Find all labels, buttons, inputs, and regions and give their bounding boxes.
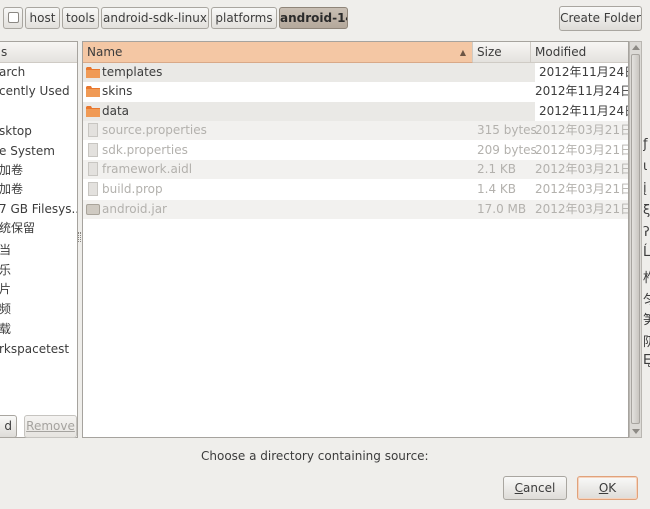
scroll-down-arrow-icon[interactable] bbox=[632, 429, 640, 434]
file-size: 2.1 KB bbox=[477, 162, 516, 176]
places-item-volume-2[interactable]: 加卷 bbox=[0, 180, 23, 199]
places-item-search[interactable]: arch bbox=[0, 63, 25, 82]
breadcrumb-toggle-button[interactable] bbox=[3, 7, 23, 29]
places-item-videos[interactable]: 频 bbox=[0, 300, 11, 319]
preview-strip: ƒ ι į ξ ʔ Ĺ 柞 匀 笋 阢 Ę bbox=[643, 41, 650, 438]
crumb-tools[interactable]: tools bbox=[62, 7, 99, 29]
cancel-button[interactable]: Cancel bbox=[503, 476, 567, 500]
crumb-android-sdk-linux[interactable]: android-sdk-linux bbox=[101, 7, 209, 29]
file-modified: 2012年03月21日 bbox=[535, 202, 629, 216]
file-row-android-jar: android.jar 17.0 MB 2012年03月21日 bbox=[83, 200, 628, 219]
path-toggle-icon bbox=[8, 12, 19, 23]
file-name: templates bbox=[102, 65, 163, 79]
archive-icon bbox=[86, 204, 100, 215]
file-row-source-properties: source.properties 315 bytes 2012年03月21日 bbox=[83, 121, 628, 140]
file-name: framework.aidl bbox=[102, 162, 193, 176]
crumb-host[interactable]: host bbox=[25, 7, 60, 29]
folder-icon bbox=[86, 86, 100, 97]
column-header-size[interactable]: Size bbox=[473, 42, 531, 63]
file-list-scrollbar[interactable] bbox=[629, 41, 642, 438]
cancel-label-rest: ancel bbox=[523, 481, 556, 495]
places-item-system-reserved[interactable]: 统保留 bbox=[0, 219, 35, 238]
scrollbar-thumb[interactable] bbox=[631, 54, 640, 424]
places-item-pictures[interactable]: 片 bbox=[0, 280, 11, 299]
file-size: 17.0 MB bbox=[477, 202, 527, 216]
places-item-music[interactable]: 乐 bbox=[0, 261, 11, 280]
preview-glyph: ι bbox=[643, 159, 648, 174]
file-name: android.jar bbox=[102, 202, 167, 216]
file-modified: 2012年11月24日 bbox=[535, 84, 629, 98]
file-modified: 2012年03月21日 bbox=[535, 143, 629, 157]
sort-ascending-icon: ▲ bbox=[459, 48, 466, 57]
add-bookmark-button[interactable]: d bbox=[0, 415, 17, 438]
file-size: 1.4 KB bbox=[477, 182, 516, 196]
file-modified: 2012年03月21日 bbox=[535, 123, 629, 137]
column-header-name[interactable]: Name ▲ bbox=[83, 42, 473, 63]
preview-glyph: 柞 bbox=[643, 271, 650, 286]
create-folder-button[interactable]: Create Folder bbox=[559, 6, 642, 31]
column-label-name: Name bbox=[87, 45, 123, 59]
preview-glyph: ξ bbox=[643, 203, 650, 218]
preview-glyph: ƒ bbox=[643, 137, 648, 152]
file-modified: 2012年03月21日 bbox=[535, 162, 629, 176]
preview-glyph: Ĺ bbox=[643, 245, 650, 260]
file-modified: 2012年11月24日 bbox=[535, 102, 628, 121]
places-header: s bbox=[0, 42, 77, 63]
places-sidebar: s arch cently Used sktop e System 加卷 加卷 … bbox=[0, 41, 78, 438]
file-row-build-prop: build.prop 1.4 KB 2012年03月21日 bbox=[83, 180, 628, 199]
file-name: skins bbox=[102, 84, 133, 98]
file-size: 209 bytes bbox=[477, 143, 537, 157]
file-icon bbox=[88, 143, 98, 157]
places-item-downloads[interactable]: 载 bbox=[0, 320, 11, 339]
file-list[interactable]: Name ▲ Size Modified templates 2012年11月2… bbox=[82, 41, 629, 438]
file-name: data bbox=[102, 104, 130, 118]
preview-glyph: Ę bbox=[643, 353, 650, 368]
ok-mnemonic: O bbox=[598, 481, 609, 495]
file-modified: 2012年11月24日 bbox=[535, 63, 628, 82]
scroll-up-arrow-icon[interactable] bbox=[632, 45, 640, 50]
file-icon bbox=[88, 182, 98, 196]
file-row-templates[interactable]: templates 2012年11月24日 bbox=[83, 63, 628, 82]
folder-icon bbox=[86, 67, 100, 78]
file-name: sdk.properties bbox=[102, 143, 188, 157]
places-item-recently-used[interactable]: cently Used bbox=[0, 82, 70, 101]
folder-icon bbox=[86, 106, 100, 117]
remove-bookmark-button[interactable]: Remove bbox=[24, 415, 77, 438]
preview-glyph: ʔ bbox=[643, 225, 650, 240]
cancel-mnemonic: C bbox=[514, 481, 524, 495]
places-item-workspacetest[interactable]: rkspacetest bbox=[0, 340, 69, 359]
ok-button[interactable]: OK bbox=[577, 476, 638, 500]
prompt-label: Choose a directory containing source: bbox=[201, 449, 429, 463]
file-row-sdk-properties: sdk.properties 209 bytes 2012年03月21日 bbox=[83, 141, 628, 160]
file-row-skins[interactable]: skins 2012年11月24日 bbox=[83, 82, 628, 101]
preview-glyph: 匀 bbox=[643, 293, 650, 308]
crumb-android-14[interactable]: android-14 bbox=[279, 7, 348, 29]
file-name: source.properties bbox=[102, 123, 207, 137]
file-name: build.prop bbox=[102, 182, 163, 196]
places-item-documents[interactable]: 当 bbox=[0, 241, 11, 260]
preview-glyph: 笋 bbox=[643, 313, 650, 328]
places-item-volume-1[interactable]: 加卷 bbox=[0, 161, 23, 180]
file-row-data[interactable]: data 2012年11月24日 bbox=[83, 102, 628, 121]
ok-label-rest: K bbox=[608, 481, 617, 495]
file-row-framework-aidl: framework.aidl 2.1 KB 2012年03月21日 bbox=[83, 160, 628, 179]
file-icon bbox=[88, 123, 98, 137]
places-item-filesystem-7gb[interactable]: 7 GB Filesys... bbox=[0, 200, 77, 219]
preview-glyph: 阢 bbox=[643, 335, 650, 350]
pane-splitter-handle[interactable] bbox=[78, 232, 81, 242]
crumb-platforms[interactable]: platforms bbox=[211, 7, 277, 29]
places-item-desktop[interactable]: sktop bbox=[0, 122, 32, 141]
file-size: 315 bytes bbox=[477, 123, 537, 137]
file-icon bbox=[88, 162, 98, 176]
file-modified: 2012年03月21日 bbox=[535, 182, 629, 196]
preview-glyph: į bbox=[643, 181, 647, 196]
column-header-modified[interactable]: Modified bbox=[531, 42, 628, 63]
places-item-file-system[interactable]: e System bbox=[0, 142, 55, 161]
